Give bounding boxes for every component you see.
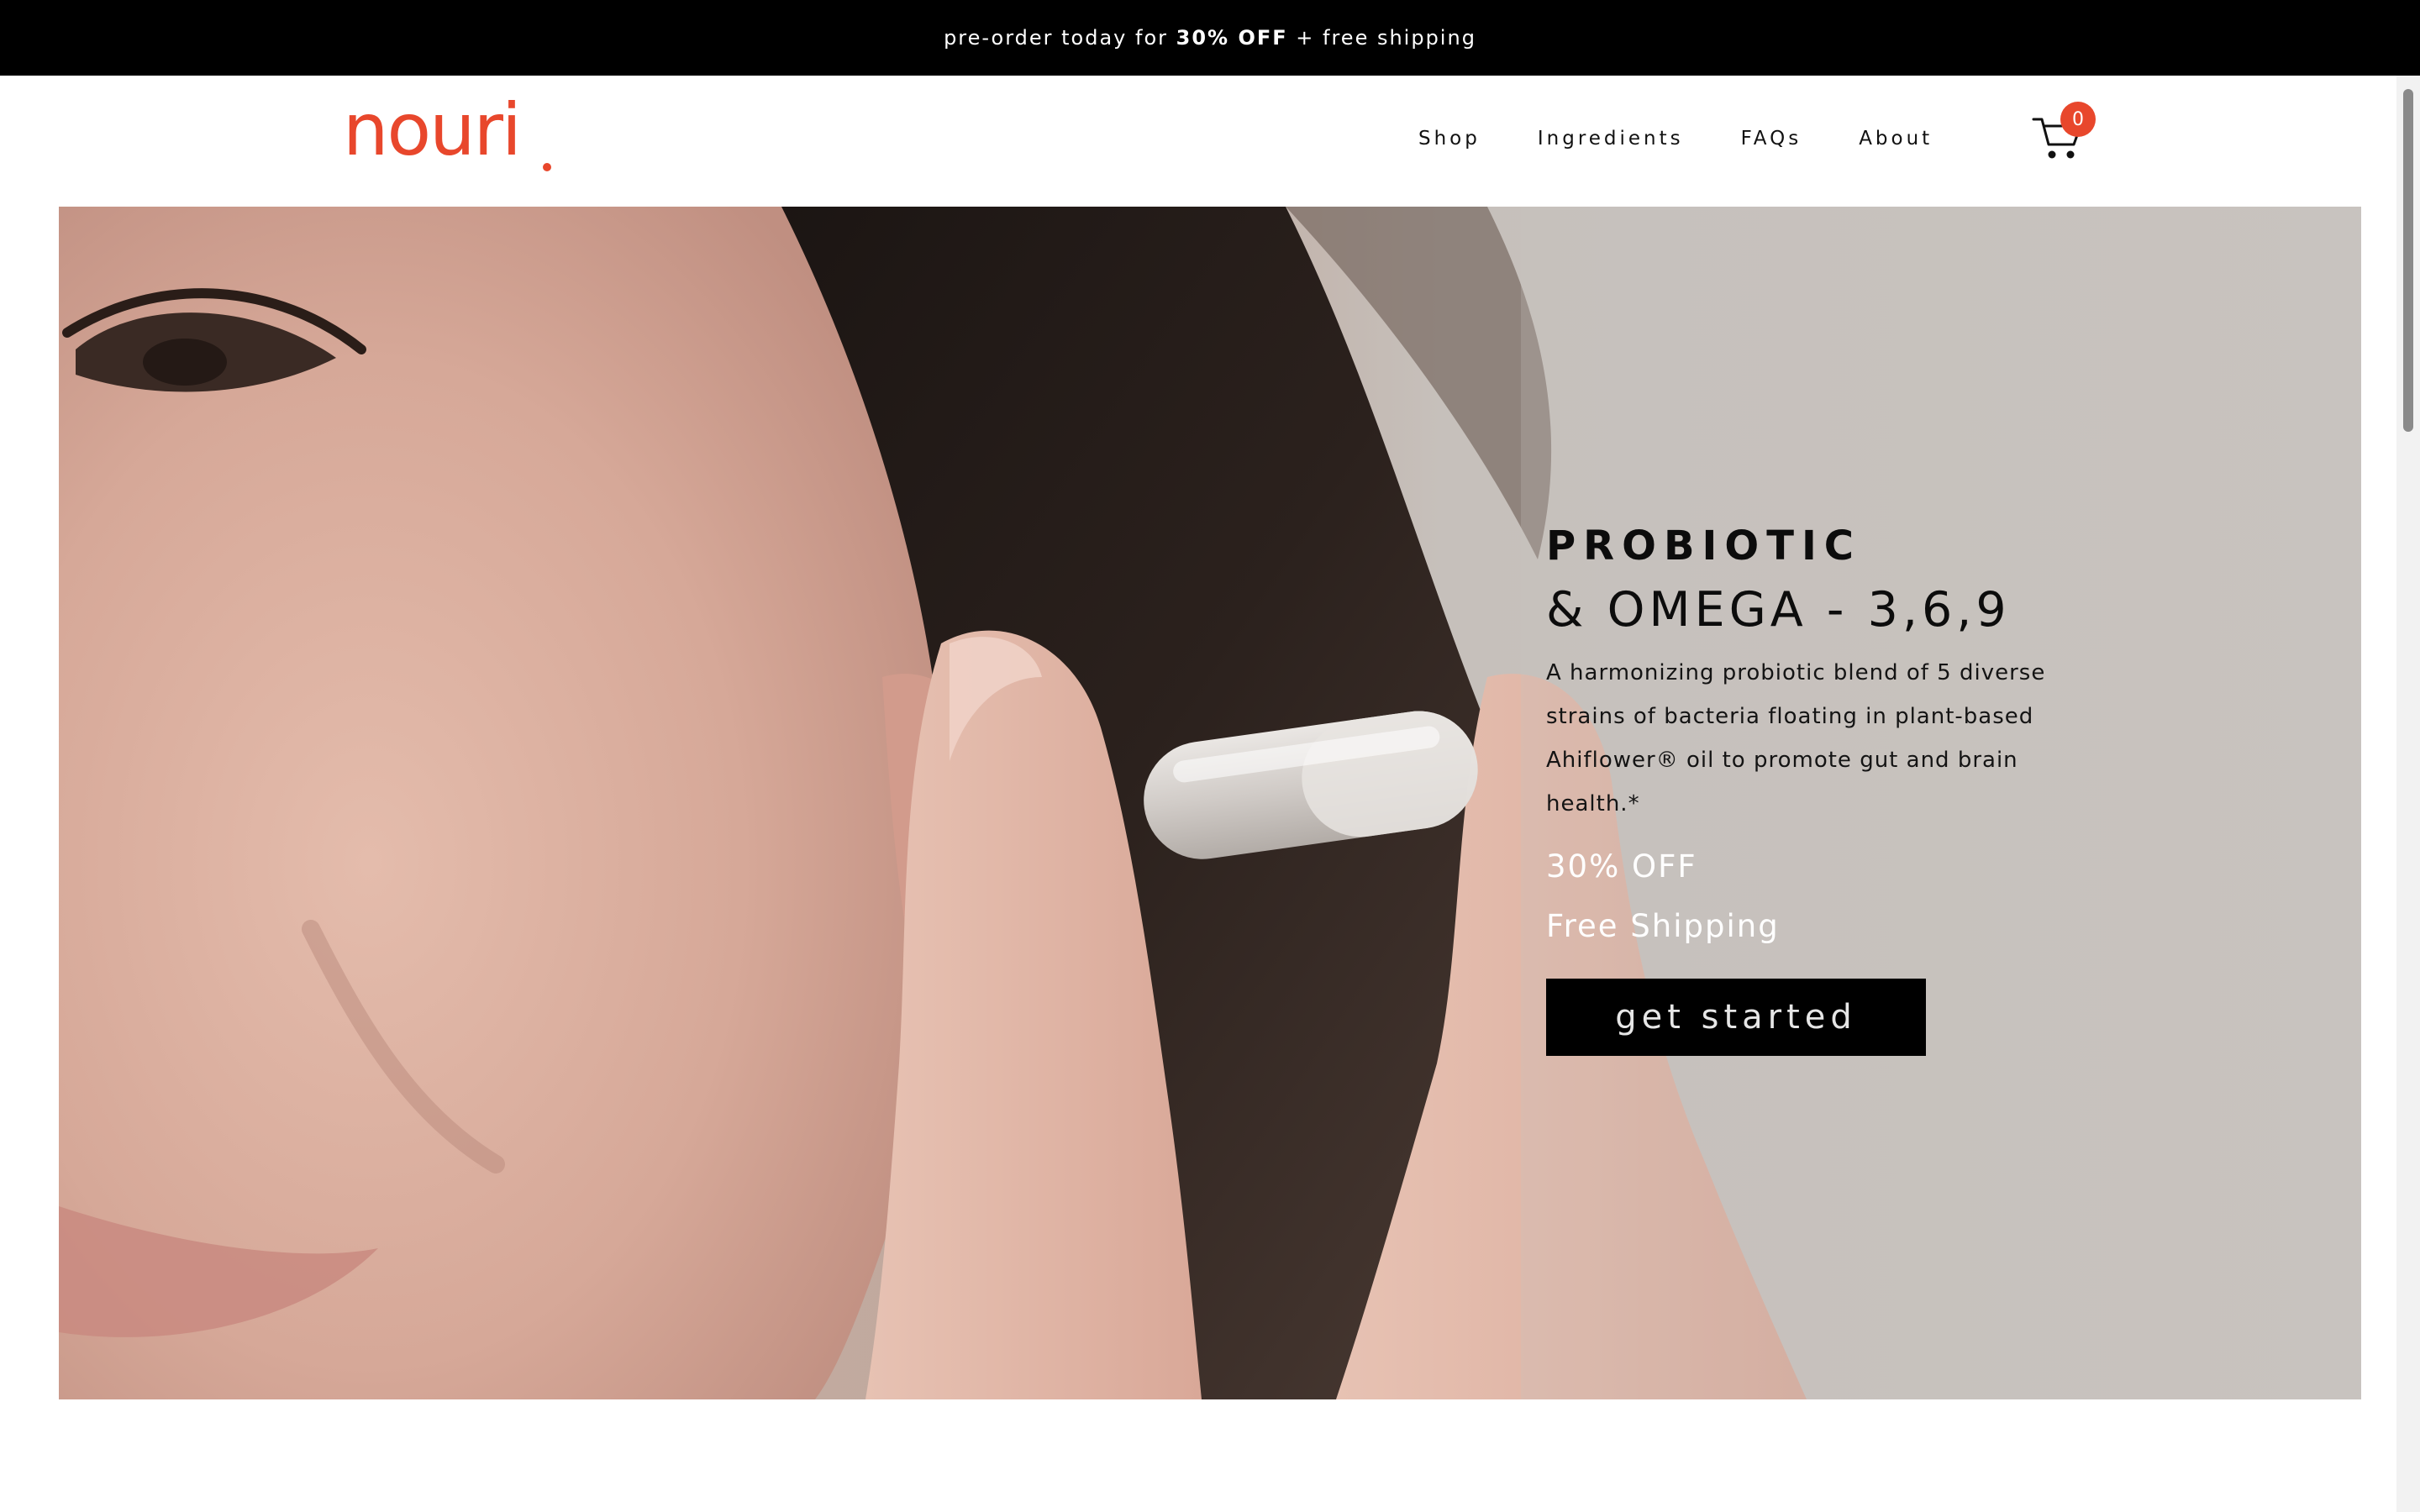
hero-title: PROBIOTIC: [1546, 522, 1862, 570]
scrollbar-thumb[interactable]: [2403, 89, 2413, 432]
get-started-button[interactable]: get started: [1546, 979, 1926, 1056]
page-scrollbar[interactable]: [2396, 76, 2420, 1512]
announcement-prefix: pre-order today for: [944, 26, 1176, 50]
hero-content: PROBIOTIC & OMEGA - 3,6,9 A harmonizing …: [1546, 526, 2134, 1056]
main-nav: Shop Ingredients FAQs About: [1418, 128, 1990, 150]
hero-shipping: Free Shipping: [1546, 908, 1780, 944]
announcement-highlight: 30% OFF: [1176, 26, 1288, 50]
announcement-bar: pre-order today for 30% OFF + free shipp…: [0, 0, 2420, 76]
hero-subtitle: & OMEGA - 3,6,9: [1546, 582, 2011, 638]
logo-dot: [543, 163, 551, 171]
nav-about[interactable]: About: [1859, 128, 1933, 150]
cart-count-badge: 0: [2060, 102, 2096, 137]
nav-faqs[interactable]: FAQs: [1741, 128, 1802, 150]
site-header: nouri Shop Ingredients FAQs About 0: [0, 76, 2395, 207]
nav-shop[interactable]: Shop: [1418, 128, 1481, 150]
hero-offer: 30% OFF: [1546, 848, 1697, 885]
logo[interactable]: nouri: [343, 94, 522, 166]
page: pre-order today for 30% OFF + free shipp…: [0, 0, 2420, 1512]
hero-banner: PROBIOTIC & OMEGA - 3,6,9 A harmonizing …: [59, 207, 2361, 1399]
announcement-suffix: + free shipping: [1287, 26, 1476, 50]
nav-ingredients[interactable]: Ingredients: [1538, 128, 1684, 150]
hero-description: A harmonizing probiotic blend of 5 diver…: [1546, 660, 2046, 816]
